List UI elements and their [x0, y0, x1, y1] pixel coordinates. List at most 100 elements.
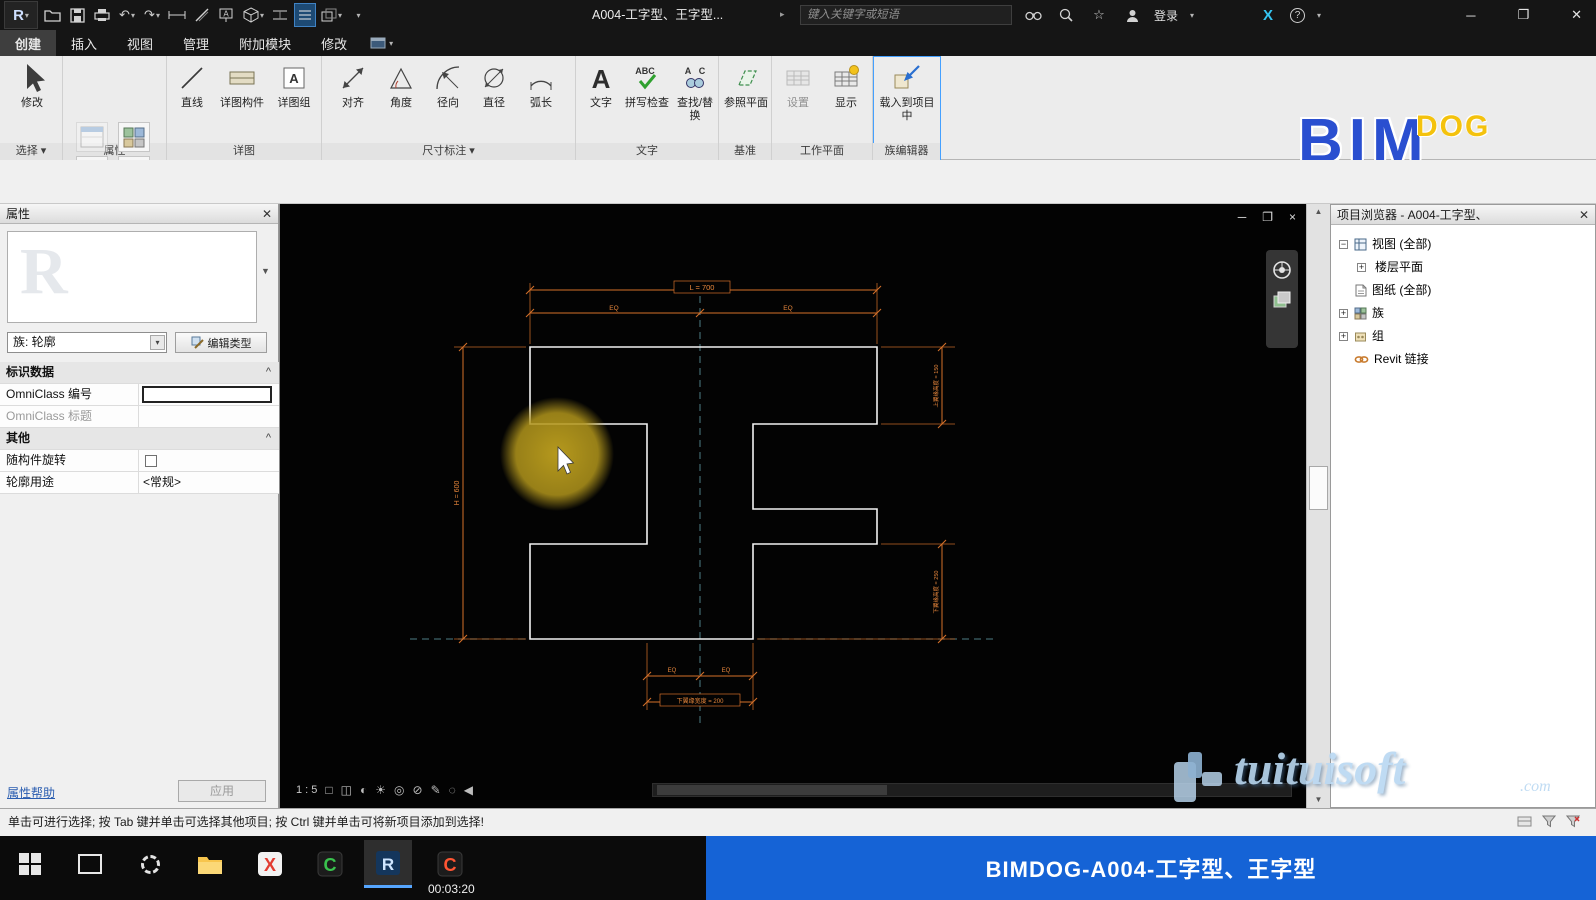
- dim-eq-left[interactable]: EQ: [609, 305, 618, 312]
- maximize-button[interactable]: ❐: [1517, 7, 1529, 23]
- dim-eq-right[interactable]: EQ: [783, 305, 792, 312]
- line-button[interactable]: 直线: [170, 59, 214, 110]
- panel-datum-label[interactable]: 基准: [719, 143, 771, 160]
- print-icon[interactable]: [91, 3, 113, 27]
- reference-plane-button[interactable]: 参照平面: [722, 59, 770, 110]
- search-input[interactable]: [800, 5, 1012, 25]
- tab-insert[interactable]: 插入: [56, 30, 112, 56]
- steering-wheel-icon[interactable]: [1272, 260, 1292, 280]
- undo-icon[interactable]: ↶▾: [116, 3, 138, 27]
- expand-icon[interactable]: +: [1339, 309, 1348, 318]
- aligned-dimension-button[interactable]: 对齐: [330, 59, 376, 110]
- modify-button[interactable]: 修改: [8, 59, 56, 110]
- vertical-scrollbar[interactable]: ▲ ▼: [1306, 204, 1330, 808]
- detail-level-icon[interactable]: □: [325, 783, 332, 797]
- save-icon[interactable]: [66, 3, 88, 27]
- angular-dimension-button[interactable]: 角度: [378, 59, 424, 110]
- sun-path-icon[interactable]: ☀: [375, 783, 386, 797]
- tree-item-views[interactable]: − 视图 (全部): [1331, 233, 1595, 256]
- expand-icon[interactable]: +: [1339, 332, 1348, 341]
- visual-style-icon[interactable]: ◫: [341, 783, 352, 797]
- diameter-dimension-button[interactable]: 直径: [472, 59, 516, 110]
- autodesk-exchange-icon[interactable]: X: [1257, 3, 1279, 27]
- expand-icon[interactable]: +: [1357, 263, 1366, 272]
- panel-detail-label[interactable]: 详图: [167, 143, 321, 160]
- vertical-scrollbar-thumb[interactable]: [1309, 466, 1328, 510]
- dim-eq-bottom-right[interactable]: EQ: [722, 668, 731, 674]
- revit-app-button-taskbar[interactable]: R: [364, 840, 412, 888]
- detail-group-button[interactable]: A 详图组: [270, 59, 318, 110]
- scale-control[interactable]: 1 : 5: [296, 784, 317, 796]
- close-icon[interactable]: ✕: [1579, 205, 1589, 225]
- redo-icon[interactable]: ↷▾: [141, 3, 163, 27]
- login-button[interactable]: 登录: [1154, 7, 1178, 24]
- type-preview[interactable]: R: [7, 231, 257, 323]
- properties-header[interactable]: 属性 ✕: [0, 204, 278, 224]
- minimize-button[interactable]: ─: [1466, 8, 1475, 23]
- tab-create[interactable]: 创建: [0, 30, 56, 56]
- isolate-icon[interactable]: ◌: [449, 783, 456, 797]
- show-workplane-button[interactable]: 显示: [824, 59, 868, 110]
- arc-length-dimension-button[interactable]: 弧长: [518, 59, 564, 110]
- close-button[interactable]: ✕: [1571, 7, 1582, 23]
- layers-icon[interactable]: [1272, 290, 1292, 310]
- edit-type-button[interactable]: 编辑类型: [175, 332, 267, 353]
- tree-item-families[interactable]: + 族: [1331, 302, 1595, 325]
- task-view-button[interactable]: [66, 840, 114, 888]
- spelling-button[interactable]: ABC 拼写检查: [624, 59, 670, 110]
- tree-item-sheets-label[interactable]: 图纸 (全部): [1372, 279, 1431, 302]
- worksets-icon[interactable]: [1517, 815, 1532, 828]
- scroll-up-icon[interactable]: ▲: [1307, 204, 1330, 220]
- file-explorer-button[interactable]: [186, 840, 234, 888]
- scroll-down-icon[interactable]: ▼: [1307, 792, 1330, 808]
- detail-component-button[interactable]: 详图构件: [218, 59, 266, 110]
- apply-button[interactable]: 应用: [178, 780, 266, 802]
- user-icon[interactable]: [1121, 3, 1143, 27]
- dim-left-height[interactable]: H = 600: [454, 481, 461, 506]
- subscription-icon[interactable]: [1055, 3, 1077, 27]
- navigation-bar[interactable]: [1266, 250, 1298, 348]
- profile-usage-value[interactable]: <常规>: [138, 472, 279, 493]
- scroll-left-icon[interactable]: ◀: [464, 783, 473, 797]
- tag-icon[interactable]: A: [216, 3, 238, 27]
- tree-item-sheets[interactable]: 图纸 (全部): [1331, 279, 1595, 302]
- chevron-right-icon[interactable]: ▸: [780, 9, 785, 20]
- horizontal-scrollbar[interactable]: [652, 783, 1292, 797]
- view-close-button[interactable]: ×: [1289, 210, 1296, 224]
- view-minimize-button[interactable]: ─: [1238, 210, 1247, 224]
- family-selector-combo[interactable]: 族: 轮廓 ▾: [7, 332, 167, 353]
- favorites-star-icon[interactable]: ☆: [1088, 3, 1110, 27]
- tab-view[interactable]: 视图: [112, 30, 168, 56]
- tree-item-floor-plans[interactable]: + 楼层平面: [1331, 256, 1595, 279]
- dim-bottom-width[interactable]: 下翼缘宽度 = 200: [677, 697, 725, 705]
- panel-select-label[interactable]: 选择 ▾: [0, 143, 62, 160]
- settings-button[interactable]: [126, 840, 174, 888]
- text-button[interactable]: A 文字: [580, 59, 622, 110]
- thin-lines-icon[interactable]: [294, 3, 316, 27]
- dim-top-total[interactable]: L = 700: [690, 283, 715, 292]
- chevron-down-icon[interactable]: ▾: [1317, 11, 1321, 20]
- radial-dimension-button[interactable]: 径向: [426, 59, 470, 110]
- chevron-down-icon[interactable]: ▼: [261, 266, 270, 276]
- tree-item-revit-links-label[interactable]: Revit 链接: [1374, 348, 1429, 371]
- project-browser-header[interactable]: 项目浏览器 - A004-工字型、 ✕: [1331, 205, 1595, 225]
- crop-region-icon[interactable]: ⊘: [413, 783, 423, 797]
- start-button[interactable]: [6, 840, 54, 888]
- shadows-icon[interactable]: ◐: [360, 783, 367, 797]
- open-icon[interactable]: [41, 3, 63, 27]
- family-category-button[interactable]: [118, 122, 150, 152]
- dim-right-bottom[interactable]: 下翼缘高度 = 250: [932, 571, 940, 614]
- close-icon[interactable]: ✕: [262, 204, 272, 224]
- dim-right-top[interactable]: 上翼缘高度 = 150: [932, 365, 940, 408]
- section-icon[interactable]: [269, 3, 291, 27]
- horizontal-scrollbar-thumb[interactable]: [657, 785, 887, 795]
- tab-modify[interactable]: 修改: [306, 30, 362, 56]
- properties-help-link[interactable]: 属性帮助: [7, 784, 55, 801]
- find-replace-button[interactable]: AC 查找/替换: [672, 59, 718, 123]
- help-icon[interactable]: ?: [1290, 8, 1305, 23]
- rotate-with-component-checkbox[interactable]: [145, 455, 157, 467]
- tree-item-groups[interactable]: + 组: [1331, 325, 1595, 348]
- hide-elements-icon[interactable]: ✎: [431, 783, 441, 797]
- tab-manage[interactable]: 管理: [168, 30, 224, 56]
- tab-addins[interactable]: 附加模块: [224, 30, 306, 56]
